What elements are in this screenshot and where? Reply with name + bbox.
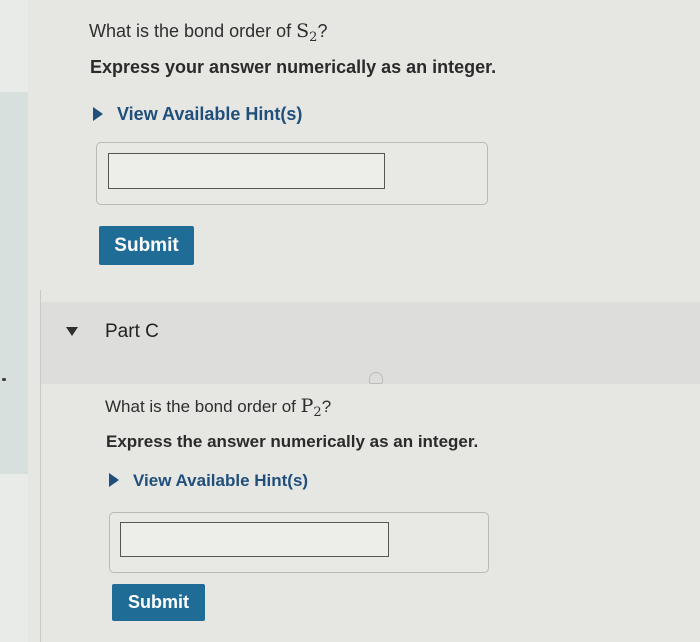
left-edge-strip bbox=[0, 0, 28, 642]
collapse-triangle-icon[interactable] bbox=[66, 327, 78, 336]
expand-triangle-icon bbox=[109, 473, 119, 487]
part-c-formula: P2 bbox=[300, 395, 322, 420]
part-b-hint-link[interactable]: View Available Hint(s) bbox=[93, 104, 302, 125]
part-b-answer-box bbox=[96, 142, 488, 205]
part-b-formula-element: S bbox=[296, 20, 310, 42]
part-c-question: What is the bond order of P2? bbox=[105, 395, 331, 420]
part-b-formula: S2 bbox=[296, 20, 317, 45]
part-c-hint-link[interactable]: View Available Hint(s) bbox=[109, 471, 308, 491]
part-b-submit-button[interactable]: Submit bbox=[99, 226, 194, 265]
part-b-answer-input[interactable] bbox=[108, 153, 385, 189]
part-b-question-prefix: What is the bond order of bbox=[89, 21, 297, 41]
side-panel bbox=[0, 92, 28, 474]
part-b-instruction: Express your answer numerically as an in… bbox=[90, 57, 497, 77]
part-c-instruction: Express the answer numerically as an int… bbox=[106, 432, 479, 451]
part-b-question-suffix: ? bbox=[317, 21, 328, 41]
part-b-question: What is the bond order of S2? bbox=[89, 20, 327, 45]
edge-mark bbox=[2, 378, 6, 381]
part-c-hint-label: View Available Hint(s) bbox=[133, 471, 309, 490]
part-c-formula-subscript: 2 bbox=[313, 405, 322, 420]
part-c-question-suffix: ? bbox=[321, 397, 332, 416]
part-c-answer-input[interactable] bbox=[120, 522, 389, 557]
part-c-title: Part C bbox=[105, 321, 159, 342]
part-c-answer-box bbox=[109, 512, 489, 573]
part-c-formula-element: P bbox=[300, 395, 314, 417]
expand-triangle-icon bbox=[93, 107, 103, 121]
part-c-submit-button[interactable]: Submit bbox=[112, 584, 205, 621]
part-c-question-prefix: What is the bond order of bbox=[105, 397, 301, 416]
mouse-cursor-icon bbox=[369, 372, 383, 384]
part-c-header[interactable] bbox=[41, 302, 700, 384]
part-b-hint-label: View Available Hint(s) bbox=[117, 104, 303, 124]
